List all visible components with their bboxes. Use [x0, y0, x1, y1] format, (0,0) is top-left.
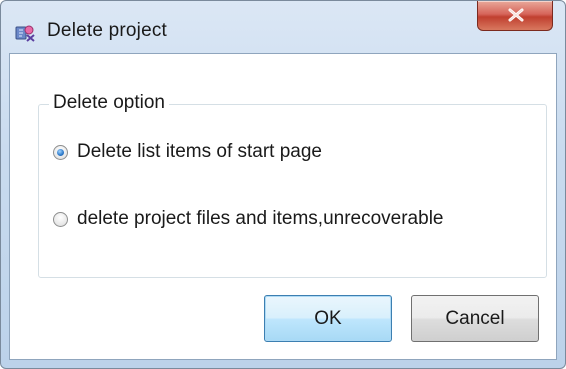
close-button[interactable] — [477, 1, 553, 31]
option-delete-list-items[interactable]: Delete list items of start page — [53, 141, 322, 163]
app-icon — [14, 21, 36, 43]
title-bar[interactable]: Delete project — [1, 1, 565, 53]
radio-label[interactable]: Delete list items of start page — [77, 141, 322, 163]
close-icon — [508, 8, 524, 22]
dialog-body: Delete option Delete list items of start… — [9, 53, 557, 360]
cancel-button[interactable]: Cancel — [411, 295, 539, 342]
group-legend: Delete option — [49, 92, 169, 114]
radio-button-unselected[interactable] — [53, 211, 68, 227]
delete-project-dialog: Delete project Delete option Delete list… — [0, 0, 566, 369]
option-delete-project-files[interactable]: delete project files and items,unrecover… — [53, 208, 443, 230]
ok-button[interactable]: OK — [264, 295, 392, 342]
delete-option-group: Delete option Delete list items of start… — [38, 92, 547, 278]
radio-button-selected[interactable] — [53, 144, 68, 160]
radio-label[interactable]: delete project files and items,unrecover… — [77, 208, 443, 230]
dialog-title: Delete project — [47, 20, 168, 41]
